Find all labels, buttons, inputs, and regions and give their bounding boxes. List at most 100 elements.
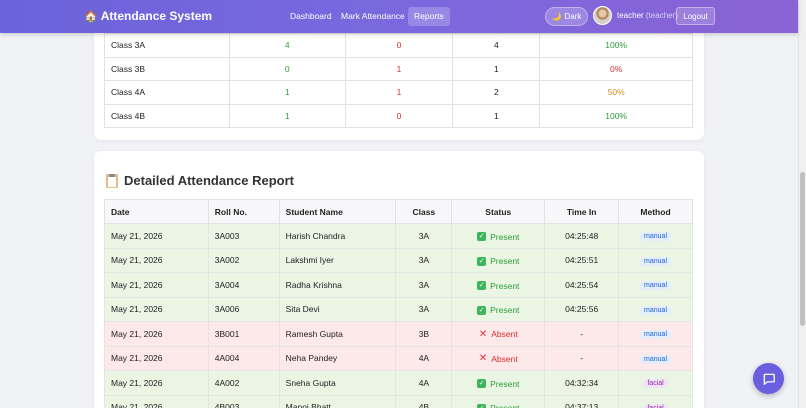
status-badge: ✕ Absent — [479, 329, 518, 339]
cell-class: 3A — [395, 272, 453, 298]
status-label: Present — [490, 231, 520, 242]
summary-class: Class 3A — [104, 33, 230, 58]
cell-time-in: 04:25:48 — [544, 223, 620, 249]
summary-absent: 1 — [344, 56, 454, 81]
scrollbar-thumb[interactable] — [800, 172, 805, 326]
summary-class: Class 4B — [104, 103, 230, 128]
method-badge: manual — [640, 305, 672, 315]
chat-bubble-icon — [763, 373, 775, 385]
cell-student-name: Sita Devi — [278, 296, 397, 322]
status-label: Absent — [491, 353, 518, 364]
cell-class: 3B — [395, 321, 453, 347]
avatar[interactable] — [593, 6, 612, 25]
cell-roll: 4A002 — [207, 370, 280, 396]
summary-absent: 0 — [344, 103, 454, 128]
cell-roll: 3A002 — [207, 247, 280, 273]
cell-student-name: Sneha Gupta — [278, 370, 397, 396]
cell-status: ✕ Absent — [451, 321, 546, 347]
status-badge: ✓ Present — [477, 305, 519, 315]
column-header[interactable]: Roll No. — [207, 199, 280, 224]
house-icon: 🏠 — [84, 10, 98, 23]
summary-absent: 0 — [344, 33, 454, 58]
status-label: Present — [490, 256, 520, 266]
cell-date: May 21, 2026 — [104, 296, 209, 322]
column-header[interactable]: Class — [395, 199, 453, 224]
cell-time-in: - — [544, 345, 620, 371]
status-badge: ✓ Present — [477, 281, 519, 291]
cell-status: ✓ Present — [451, 272, 546, 298]
cell-date: May 21, 2026 — [104, 247, 209, 273]
summary-present: 1 — [228, 80, 346, 105]
cell-method: manual — [618, 272, 693, 298]
status-badge: ✕ Absent — [479, 354, 518, 364]
cell-student-name: Manoj Bhatt — [278, 394, 397, 408]
cell-date: May 21, 2026 — [104, 223, 209, 249]
summary-rate: 100% — [539, 103, 693, 128]
cell-student-name: Neha Pandey — [278, 345, 397, 371]
status-badge: ✓ Present — [477, 379, 519, 389]
table-row: May 21, 2026 4B003 Manoj Bhatt 4B ✓ Present 04… — [104, 394, 693, 408]
method-badge: manual — [640, 330, 672, 340]
cell-method: manual — [618, 247, 693, 273]
nav-dashboard[interactable]: Dashboard — [284, 7, 338, 26]
status-label: Present — [490, 403, 520, 408]
summary-present: 0 — [228, 56, 346, 81]
dark-mode-toggle[interactable]: 🌙 Dark — [545, 7, 588, 26]
cell-date: May 21, 2026 — [104, 321, 209, 347]
cell-status: ✓ Present — [451, 370, 546, 396]
cell-roll: 4B003 — [207, 394, 280, 408]
cell-status: ✓ Present — [451, 394, 546, 408]
cell-class: 3A — [395, 223, 453, 249]
status-badge: ✓ Present — [477, 232, 519, 242]
status-label: Present — [490, 305, 520, 315]
detail-title: Detailed Attendance Report — [124, 173, 294, 188]
column-header[interactable]: Date — [104, 199, 209, 224]
dark-mode-label: Dark — [564, 12, 582, 21]
check-icon: ✓ — [477, 256, 487, 266]
method-badge: facial — [643, 379, 668, 389]
cell-class: 3A — [395, 247, 453, 273]
summary-row: Class 3A 4 0 4 100% — [104, 33, 693, 58]
cell-roll: 3A006 — [207, 296, 280, 322]
summary-row: Class 3B 0 1 1 0% — [104, 56, 693, 81]
summary-total: 4 — [452, 33, 541, 58]
method-badge: facial — [643, 403, 668, 408]
summary-rate: 100% — [539, 33, 693, 58]
user-name: teacher — [617, 11, 644, 20]
column-header[interactable]: Status — [451, 199, 546, 224]
cell-class: 3A — [395, 296, 453, 322]
summary-present: 4 — [228, 33, 346, 58]
summary-row: Class 4B 1 0 1 100% — [104, 103, 693, 128]
cell-status: ✓ Present — [451, 223, 546, 249]
brand-title: Attendance System — [100, 9, 213, 23]
page-scrollbar[interactable] — [798, 0, 806, 408]
moon-icon: 🌙 — [551, 12, 562, 21]
cell-time-in: - — [544, 321, 620, 347]
column-header[interactable]: Student Name — [278, 199, 397, 224]
cell-class: 4A — [395, 345, 453, 371]
nav-mark-attendance[interactable]: Mark Attendance — [335, 7, 411, 26]
top-navbar: 🏠 Attendance System Dashboard Mark Atten… — [0, 0, 798, 33]
cell-student-name: Ramesh Gupta — [278, 321, 397, 347]
brand[interactable]: 🏠 Attendance System — [84, 9, 212, 23]
cross-icon: ✕ — [478, 328, 488, 340]
clipboard-icon — [106, 173, 118, 188]
nav-reports[interactable]: Reports — [408, 7, 450, 26]
summary-absent: 1 — [344, 80, 454, 105]
cell-method: facial — [618, 370, 693, 396]
method-badge: manual — [640, 232, 672, 242]
check-icon: ✓ — [477, 232, 487, 241]
cell-time-in: 04:25:56 — [544, 296, 620, 322]
cell-date: May 21, 2026 — [104, 272, 209, 298]
chat-button[interactable] — [753, 363, 784, 394]
logout-button[interactable]: Logout — [676, 7, 715, 25]
table-row: May 21, 2026 3A004 Radha Krishna 3A ✓ Present… — [104, 272, 693, 298]
status-label: Present — [490, 378, 520, 389]
column-header[interactable]: Method — [618, 199, 693, 224]
check-icon: ✓ — [477, 281, 487, 290]
summary-rate: 50% — [539, 80, 693, 105]
cell-method: manual — [618, 296, 693, 322]
summary-total: 1 — [452, 56, 541, 81]
column-header[interactable]: Time In — [544, 199, 620, 224]
cell-method: manual — [618, 345, 693, 371]
